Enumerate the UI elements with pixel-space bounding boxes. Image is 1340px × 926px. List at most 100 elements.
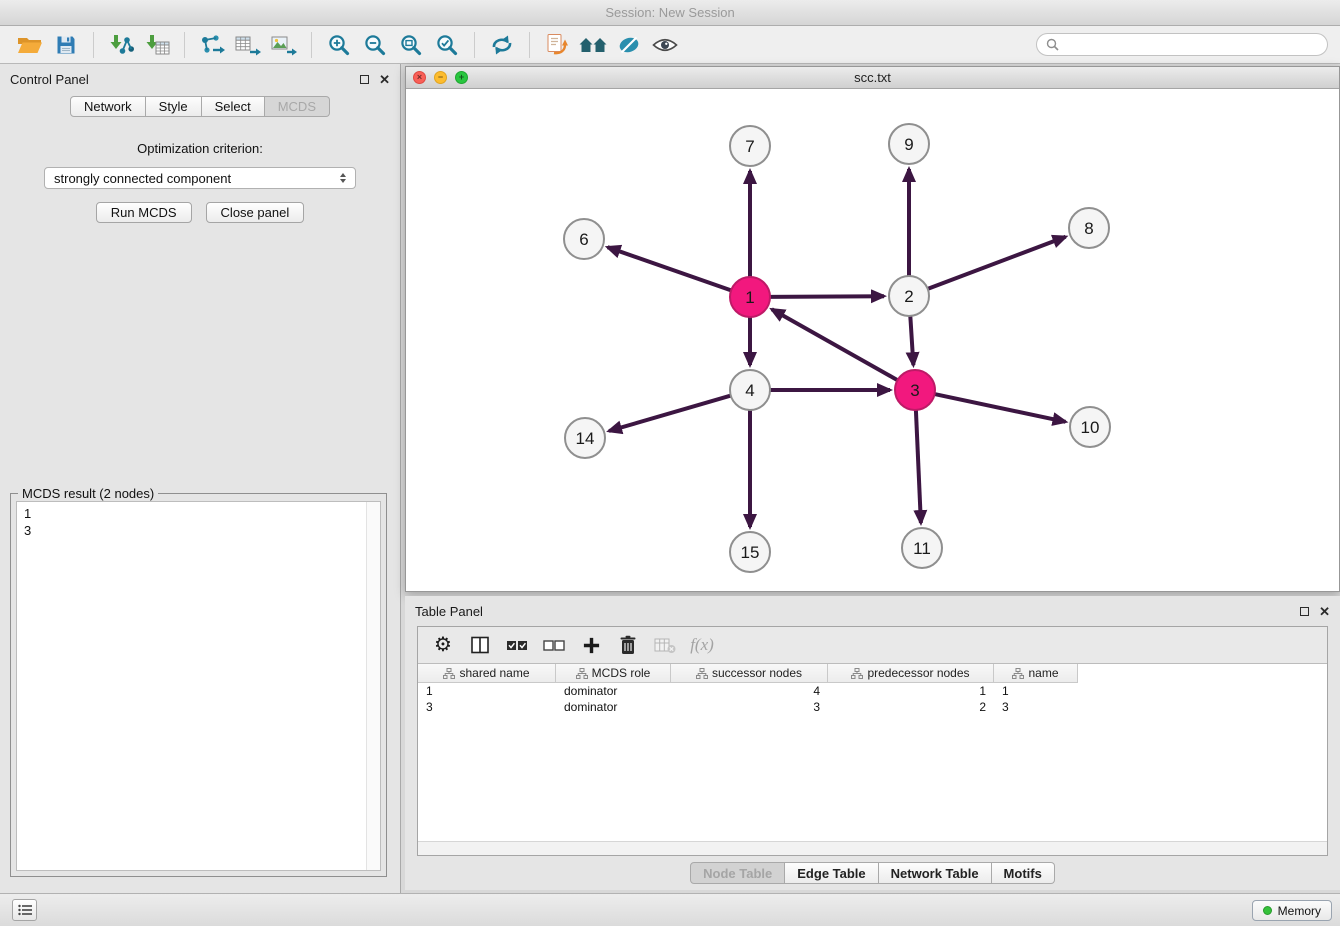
network-window-titlebar: × − + scc.txt [406,67,1339,89]
result-item[interactable]: 3 [17,522,380,539]
node-4[interactable]: 4 [730,370,770,410]
svg-text:14: 14 [576,429,595,448]
mcds-result-list[interactable]: 1 3 [16,501,381,871]
float-panel-icon[interactable] [360,75,369,84]
tab-select[interactable]: Select [202,96,265,117]
node-2[interactable]: 2 [889,276,929,316]
table-row[interactable]: 1dominator411 [418,683,1327,699]
show-graphics-details-icon[interactable] [647,30,683,60]
table-settings-icon[interactable]: ⚙ [428,630,458,660]
table-panel: Table Panel ✕ ⚙ f(x) [405,596,1340,890]
result-list-scrollbar[interactable] [366,502,380,870]
node-15[interactable]: 15 [730,532,770,572]
edge-1-2[interactable] [770,296,884,297]
export-network-icon[interactable] [194,30,230,60]
select-all-columns-icon[interactable] [502,630,532,660]
search-box[interactable] [1036,33,1328,56]
edge-4-14[interactable] [609,396,731,431]
table-cell: 3 [671,699,828,715]
tab-motifs[interactable]: Motifs [992,862,1055,884]
dropdown-stepper-icon [336,173,350,183]
export-image-icon[interactable] [266,30,302,60]
column-header-successor-nodes[interactable]: successor nodes [671,664,828,683]
tab-edge-table[interactable]: Edge Table [785,862,878,884]
table-row[interactable]: 3dominator323 [418,699,1327,715]
node-3[interactable]: 3 [895,370,935,410]
maximize-window-icon[interactable]: + [455,71,468,84]
table-header-row: shared nameMCDS rolesuccessor nodesprede… [418,664,1327,683]
list-icon [18,904,32,916]
share-document-icon[interactable] [539,30,575,60]
tab-style[interactable]: Style [146,96,202,117]
edge-3-1[interactable] [772,309,898,380]
zoom-out-icon[interactable] [357,30,393,60]
search-icon [1046,38,1059,51]
memory-label: Memory [1278,904,1321,918]
table-cell: 1 [828,683,994,699]
show-columns-icon[interactable] [465,630,495,660]
close-table-panel-icon[interactable]: ✕ [1319,605,1330,618]
result-item[interactable]: 1 [17,505,380,522]
tab-network-table[interactable]: Network Table [879,862,992,884]
unselect-all-columns-icon[interactable] [539,630,569,660]
edge-1-6[interactable] [608,247,732,290]
close-window-icon[interactable]: × [413,71,426,84]
network-window-title: scc.txt [406,70,1339,85]
table-cell: 1 [418,683,556,699]
edge-2-3[interactable] [910,316,913,365]
table-cell: dominator [556,683,671,699]
node-6[interactable]: 6 [564,219,604,259]
node-10[interactable]: 10 [1070,407,1110,447]
table-panel-header: Table Panel ✕ [405,596,1340,626]
home-panel-icon[interactable] [575,30,611,60]
column-header-predecessor-nodes[interactable]: predecessor nodes [828,664,994,683]
close-panel-button[interactable]: Close panel [206,202,305,223]
table-horizontal-scrollbar[interactable] [418,841,1327,855]
save-session-icon[interactable] [48,30,84,60]
zoom-selected-icon[interactable] [429,30,465,60]
edge-3-11[interactable] [916,410,921,523]
node-1[interactable]: 1 [730,277,770,317]
node-8[interactable]: 8 [1069,208,1109,248]
network-canvas[interactable]: 7 9 6 8 1 2 4 3 14 10 15 11 [406,89,1339,591]
optimization-criterion-select[interactable]: strongly connected component [44,167,356,189]
import-table-from-file-icon[interactable] [139,30,175,60]
table-cell: dominator [556,699,671,715]
memory-button[interactable]: Memory [1252,900,1332,921]
tab-mcds[interactable]: MCDS [265,96,330,117]
node-9[interactable]: 9 [889,124,929,164]
export-table-icon[interactable] [230,30,266,60]
column-header-name[interactable]: name [994,664,1078,683]
search-input[interactable] [1065,38,1318,52]
float-table-panel-icon[interactable] [1300,607,1309,616]
svg-text:8: 8 [1084,219,1093,238]
zoom-fit-icon[interactable] [393,30,429,60]
create-column-icon[interactable] [576,630,606,660]
node-14[interactable]: 14 [565,418,605,458]
minimize-window-icon[interactable]: − [434,71,447,84]
svg-text:7: 7 [745,137,754,156]
window-titlebar: Session: New Session [0,0,1340,26]
edge-2-8[interactable] [928,237,1066,289]
toolbar-separator [311,32,312,58]
delete-column-icon[interactable] [613,630,643,660]
main-toolbar [0,26,1340,64]
edge-3-10[interactable] [935,394,1066,422]
import-network-from-file-icon[interactable] [103,30,139,60]
node-11[interactable]: 11 [902,528,942,568]
tab-network[interactable]: Network [70,96,146,117]
refresh-icon[interactable] [484,30,520,60]
task-history-button[interactable] [12,899,37,921]
delete-table-icon[interactable] [650,630,680,660]
svg-text:15: 15 [741,543,760,562]
column-header-MCDS-role[interactable]: MCDS role [556,664,671,683]
column-header-shared-name[interactable]: shared name [418,664,556,683]
tab-node-table[interactable]: Node Table [690,862,785,884]
close-panel-icon[interactable]: ✕ [379,73,390,86]
run-mcds-button[interactable]: Run MCDS [96,202,192,223]
apply-style-icon[interactable] [611,30,647,60]
zoom-in-icon[interactable] [321,30,357,60]
open-session-icon[interactable] [12,30,48,60]
function-builder-icon[interactable]: f(x) [687,630,717,660]
node-7[interactable]: 7 [730,126,770,166]
